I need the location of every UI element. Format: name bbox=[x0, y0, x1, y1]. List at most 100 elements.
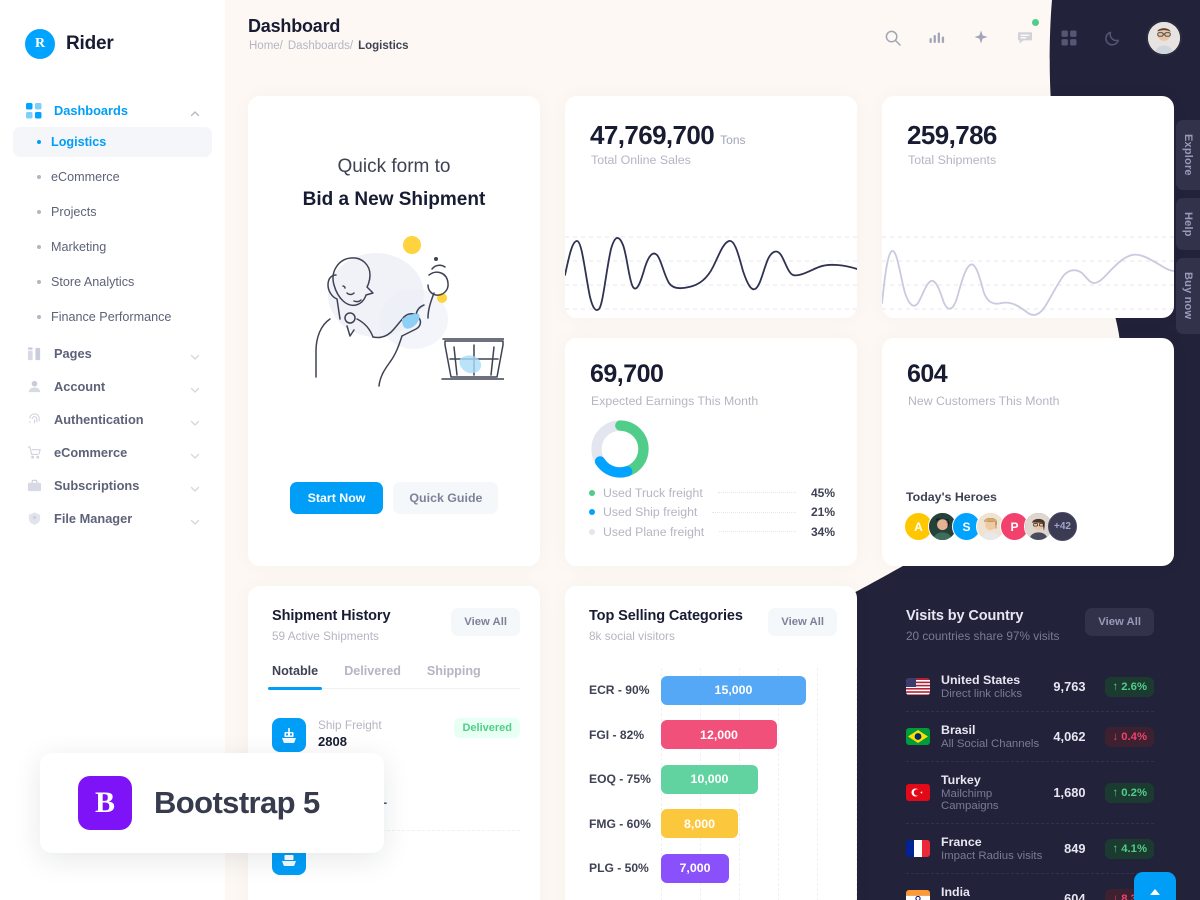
chat-icon[interactable] bbox=[1014, 19, 1039, 49]
sidebar-item-logistics[interactable]: Logistics bbox=[13, 127, 212, 157]
stat-number: 47,769,700 bbox=[590, 120, 715, 150]
bar-value[interactable]: 8,000 bbox=[661, 809, 738, 839]
legend-value: 45% bbox=[810, 485, 835, 500]
legend-item: Used Truck freight 45% bbox=[589, 483, 835, 503]
bar-value[interactable]: 7,000 bbox=[661, 853, 729, 883]
visit-country: Turkey bbox=[941, 773, 981, 787]
visit-country: Brasil bbox=[941, 723, 976, 737]
top-selling-subtitle: 8k social visitors bbox=[589, 629, 675, 643]
sidebar-label: Account bbox=[54, 379, 106, 394]
sidebar-item-projects[interactable]: Projects bbox=[13, 197, 212, 227]
sidebar-item-file-manager[interactable]: File Manager bbox=[13, 502, 212, 535]
scroll-to-top-button[interactable] bbox=[1134, 872, 1176, 900]
sidebar-sublabel: Marketing bbox=[51, 240, 107, 254]
shield-icon bbox=[25, 510, 43, 528]
visit-row[interactable]: Brasil All Social Channels 4,062 ↓ 0.4% bbox=[906, 712, 1154, 762]
bar-value[interactable]: 15,000 bbox=[661, 675, 806, 705]
visits-by-country-card: Visits by Country 20 countries share 97%… bbox=[882, 586, 1174, 900]
sidebar-item-marketing[interactable]: Marketing bbox=[13, 232, 212, 262]
sidebar-label: Subscriptions bbox=[54, 478, 140, 493]
sidebar-subnav-dashboards: Logistics eCommerce Projects Marketing S… bbox=[13, 127, 212, 332]
sidebar-item-subscriptions[interactable]: Subscriptions bbox=[13, 469, 212, 502]
freight-legend: Used Truck freight 45% Used Ship freight… bbox=[589, 483, 835, 542]
visit-row[interactable]: United States Direct link clicks 9,763 ↑… bbox=[906, 662, 1154, 712]
bar-row: FMG - 60% 8,000 bbox=[589, 802, 857, 847]
cart-icon bbox=[25, 444, 43, 462]
in-flag-icon bbox=[906, 890, 930, 900]
tr-flag-icon bbox=[906, 784, 930, 801]
bullet-icon bbox=[37, 140, 41, 144]
top-selling-view-all-button[interactable]: View All bbox=[768, 608, 837, 636]
tab-notable[interactable]: Notable bbox=[267, 664, 323, 690]
moon-icon[interactable] bbox=[1102, 27, 1124, 49]
sidebar-sublabel: Finance Performance bbox=[51, 310, 172, 324]
search-icon[interactable] bbox=[882, 27, 904, 49]
bar-row: PLG - 50% 7,000 bbox=[589, 846, 857, 891]
quick-form-line1: Quick form to bbox=[337, 156, 451, 177]
expected-earnings-label: Expected Earnings This Month bbox=[591, 394, 759, 408]
visit-country: France bbox=[941, 835, 982, 849]
rail-tab-help[interactable]: Help bbox=[1176, 197, 1200, 251]
person-with-phone-illustration bbox=[248, 223, 540, 393]
app-root: R Rider Dashboards Logistics eCommerce P… bbox=[0, 0, 1200, 900]
bar-value[interactable]: 10,000 bbox=[661, 764, 758, 794]
visit-row[interactable]: India Many Sources 604 ↓ 8.3% bbox=[906, 874, 1154, 900]
chevron-down-icon bbox=[190, 481, 200, 492]
visit-count: 1,680 bbox=[1053, 785, 1086, 800]
sidebar-label: Pages bbox=[54, 346, 92, 361]
sidebar-label: eCommerce bbox=[54, 445, 128, 460]
sidebar-label: File Manager bbox=[54, 511, 133, 526]
start-now-button[interactable]: Start Now bbox=[289, 482, 384, 514]
shipment-history-header: Shipment History 59 Active Shipments Vie… bbox=[272, 608, 520, 643]
shipments-sparkline bbox=[882, 236, 1174, 316]
sidebar-item-pages[interactable]: Pages bbox=[13, 337, 212, 370]
brand[interactable]: R Rider bbox=[0, 20, 225, 62]
chart-bars-icon[interactable] bbox=[926, 27, 948, 49]
visits-header: Visits by Country 20 countries share 97%… bbox=[906, 608, 1154, 643]
legend-label: Used Plane freight bbox=[603, 524, 705, 539]
sidebar-item-account[interactable]: Account bbox=[13, 370, 212, 403]
legend-dot-truck bbox=[589, 489, 595, 496]
todays-heroes-list: A S P +42 bbox=[904, 512, 1077, 541]
sidebar-item-ecommerce[interactable]: eCommerce bbox=[13, 436, 212, 469]
total-shipments-card: 259,786 Total Shipments bbox=[882, 96, 1174, 318]
breadcrumb-home[interactable]: Home/ bbox=[249, 40, 283, 52]
bar-track: 7,000 bbox=[661, 846, 857, 891]
chevron-down-icon bbox=[190, 382, 200, 393]
breadcrumb-dashboards[interactable]: Dashboards/ bbox=[288, 40, 353, 52]
sidebar-item-authentication[interactable]: Authentication bbox=[13, 403, 212, 436]
tab-delivered[interactable]: Delivered bbox=[344, 664, 401, 688]
briefcase-icon bbox=[25, 477, 43, 495]
avatar-more-count[interactable]: +42 bbox=[1048, 512, 1077, 541]
delta-value: 4.1% bbox=[1121, 842, 1147, 855]
sidebar-item-ecommerce-dash[interactable]: eCommerce bbox=[13, 162, 212, 192]
rail-tab-explore[interactable]: Explore bbox=[1176, 120, 1200, 190]
notification-dot bbox=[1032, 19, 1039, 26]
shipment-history-view-all-button[interactable]: View All bbox=[451, 608, 520, 636]
quick-form-line2: Bid a New Shipment bbox=[302, 189, 486, 210]
total-shipments-label: Total Shipments bbox=[908, 153, 997, 167]
shipment-history-tabs: Notable Delivered Shipping bbox=[267, 664, 520, 690]
visit-row[interactable]: France Impact Radius visits 849 ↑ 4.1% bbox=[906, 824, 1154, 874]
shipment-code: 2808 bbox=[318, 734, 347, 749]
legend-item: Used Plane freight 34% bbox=[589, 522, 835, 542]
brand-name: Rider bbox=[66, 33, 114, 54]
new-customers-card: 604 New Customers This Month Today's Her… bbox=[882, 338, 1174, 566]
visit-count: 9,763 bbox=[1053, 679, 1086, 694]
tab-shipping[interactable]: Shipping bbox=[427, 664, 481, 688]
bullet-icon bbox=[37, 245, 41, 249]
quick-form-actions: Start Now Quick Guide bbox=[248, 482, 540, 514]
bar-value[interactable]: 12,000 bbox=[661, 720, 777, 750]
sidebar-item-store-analytics[interactable]: Store Analytics bbox=[13, 267, 212, 297]
sparkle-icon[interactable] bbox=[970, 27, 992, 49]
visit-row[interactable]: Turkey Mailchimp Campaigns 1,680 ↑ 0.2% bbox=[906, 762, 1154, 824]
bar-row: FGI - 82% 12,000 bbox=[589, 713, 857, 758]
user-avatar[interactable] bbox=[1146, 20, 1182, 56]
breadcrumb: Home/ Dashboards/ Logistics bbox=[249, 40, 409, 52]
apps-grid-icon[interactable] bbox=[1058, 27, 1080, 49]
quick-guide-button[interactable]: Quick Guide bbox=[393, 482, 499, 514]
sidebar-item-dashboards[interactable]: Dashboards bbox=[13, 94, 212, 127]
visits-view-all-button[interactable]: View All bbox=[1085, 608, 1154, 636]
rail-tab-buy-now[interactable]: Buy now bbox=[1176, 258, 1200, 334]
sidebar-item-finance-performance[interactable]: Finance Performance bbox=[13, 302, 212, 332]
